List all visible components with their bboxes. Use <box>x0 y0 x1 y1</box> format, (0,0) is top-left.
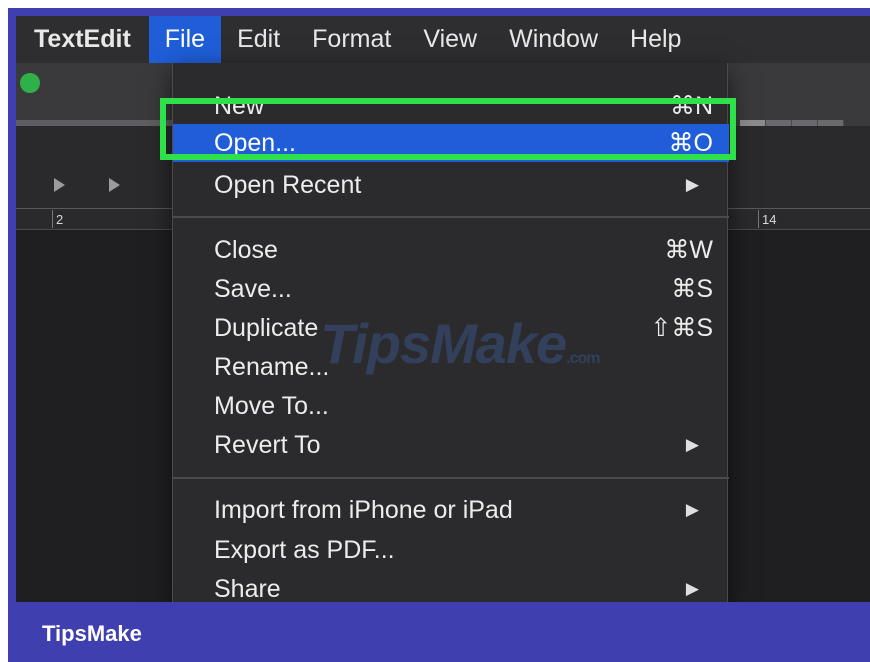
menu-item-label: Revert To <box>214 430 321 459</box>
tipsmake-logo: TipsMake <box>42 621 142 646</box>
shortcut-label: ⇧⌘S <box>650 314 713 342</box>
menu-item-share[interactable]: Share ▶ <box>173 570 729 603</box>
shortcut-label: ⌘W <box>664 236 713 264</box>
submenu-arrow-icon: ▶ <box>685 435 699 454</box>
menu-item-export-as-pdf[interactable]: Export as PDF... <box>173 531 729 569</box>
menu-item-label: Save... <box>214 274 292 303</box>
ruler-number-left: 2 <box>56 212 64 227</box>
menu-separator <box>173 216 729 218</box>
watermark-text: TipsMake <box>320 312 567 375</box>
ruler-number-right: 14 <box>762 212 777 227</box>
menu-item-label: Import from iPhone or iPad <box>214 495 513 524</box>
submenu-arrow-icon: ▶ <box>685 579 699 598</box>
menu-item-import-from-iphone[interactable]: Import from iPhone or iPad ▶ <box>173 491 729 529</box>
menu-item-close[interactable]: Close ⌘W <box>173 231 729 269</box>
menu-item-label: Duplicate <box>214 313 319 342</box>
submenu-arrow-icon: ▶ <box>685 500 699 519</box>
menu-item-revert-to[interactable]: Revert To ▶ <box>173 426 729 464</box>
shortcut-label: ⌘S <box>671 275 713 303</box>
menu-item-move-to[interactable]: Move To... <box>173 387 729 425</box>
menu-help[interactable]: Help <box>614 16 697 63</box>
menu-item-save[interactable]: Save... ⌘S <box>173 270 729 308</box>
watermark-suffix: .com <box>566 350 600 367</box>
menu-item-open-recent[interactable]: Open Recent ▶ <box>173 166 729 204</box>
zoom-window-button[interactable] <box>20 73 40 93</box>
menu-format[interactable]: Format <box>296 16 407 63</box>
menu-item-label: Open Recent <box>214 170 362 199</box>
submenu-arrow-icon: ▶ <box>685 175 699 194</box>
tab-stop-marker-icon[interactable] <box>109 178 120 192</box>
footer-bar: TipsMake <box>8 602 870 662</box>
menu-separator <box>173 477 729 479</box>
ruler-tick <box>52 210 53 228</box>
menu-item-label: Close <box>214 235 278 264</box>
menu-item-label: Export as PDF... <box>214 535 395 564</box>
menu-view[interactable]: View <box>407 16 493 63</box>
open-highlight-callout <box>160 98 736 160</box>
menu-item-label: Move To... <box>214 391 329 420</box>
menu-item-label: Rename... <box>214 352 330 381</box>
menu-item-label: Share <box>214 574 281 603</box>
menu-edit[interactable]: Edit <box>221 16 296 63</box>
menu-file[interactable]: File <box>148 16 222 63</box>
menu-window[interactable]: Window <box>493 16 614 63</box>
menu-app-textedit[interactable]: TextEdit <box>16 16 149 63</box>
tab-stop-marker-icon[interactable] <box>54 178 65 192</box>
ruler-tick <box>758 210 759 228</box>
menu-bar: TextEdit File Edit Format View Window He… <box>16 16 870 63</box>
tipsmake-watermark: TipsMake.com <box>320 311 601 376</box>
